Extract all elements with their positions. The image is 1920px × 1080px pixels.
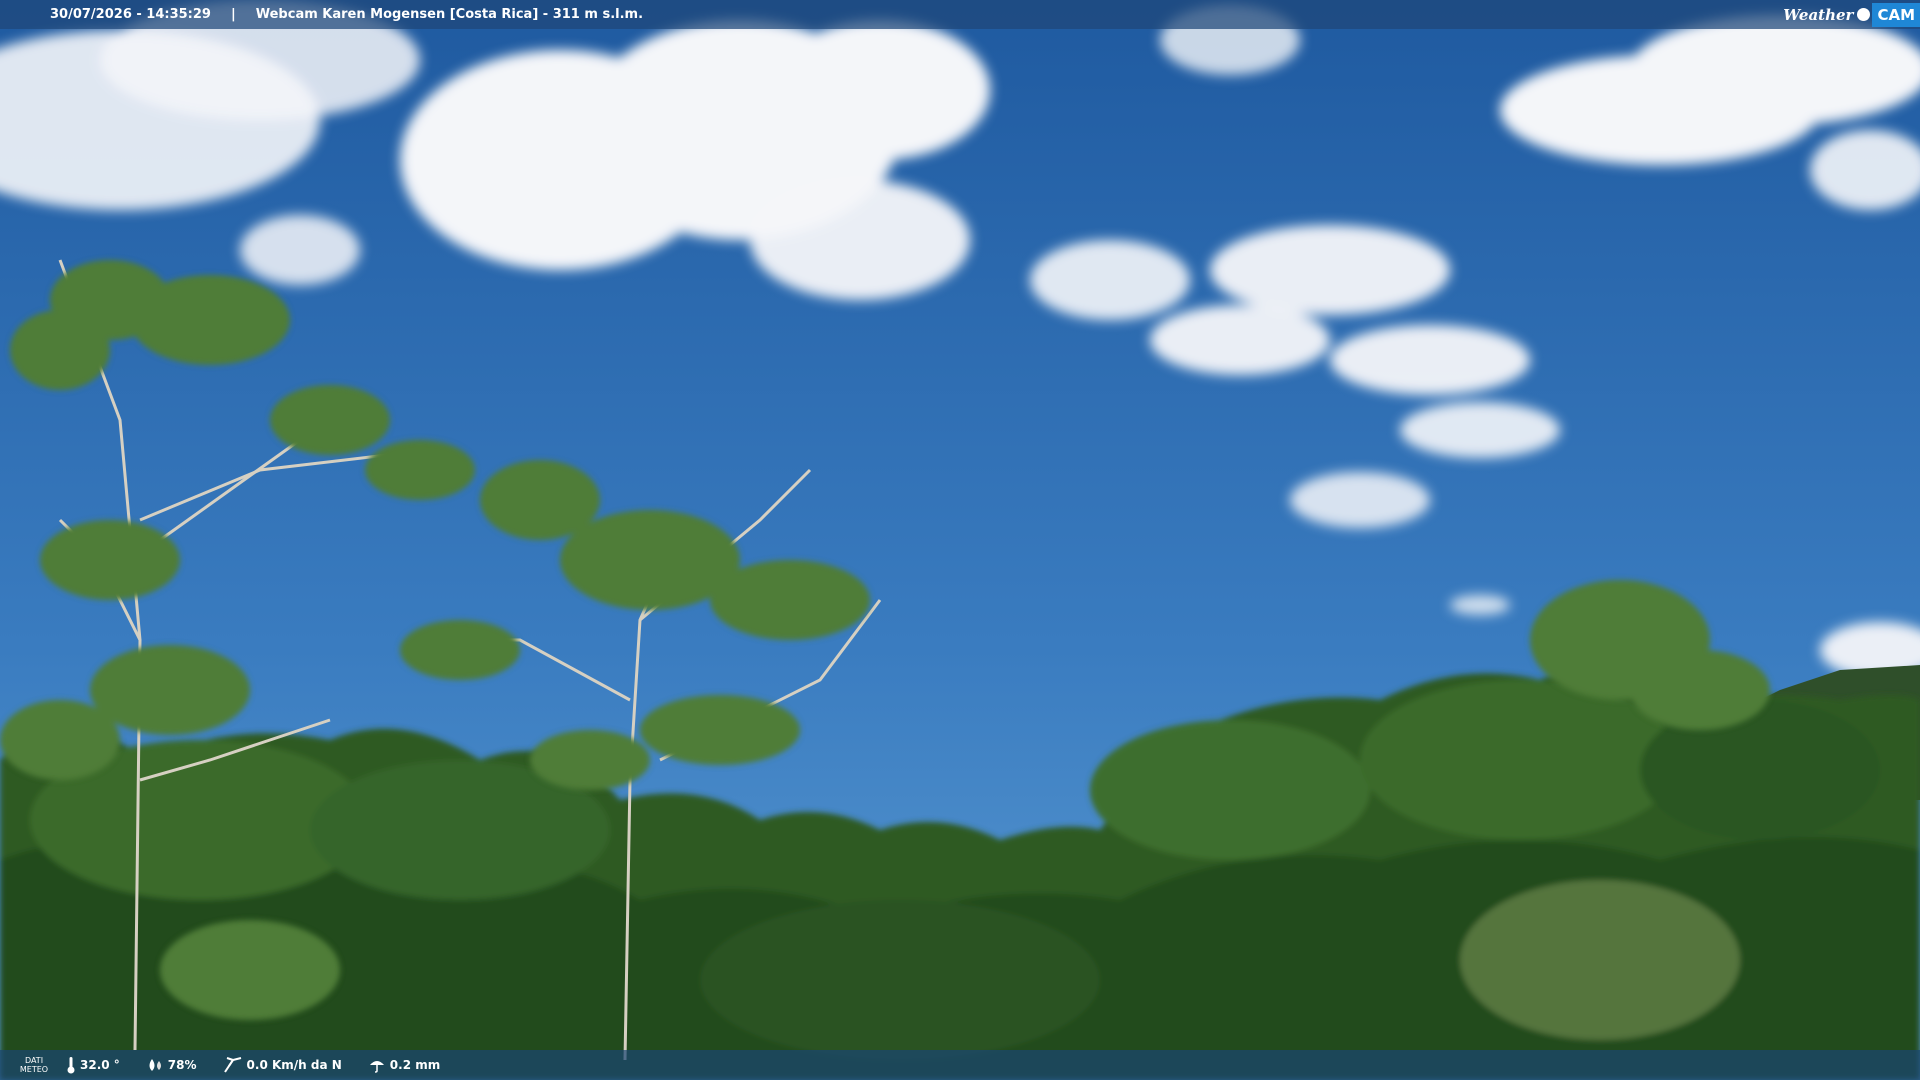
timestamp: 30/07/2026 - 14:35:29 xyxy=(50,7,211,22)
webcam-header-bar: 30/07/2026 - 14:35:29 | Webcam Karen Mog… xyxy=(0,0,1920,29)
webcam-image xyxy=(0,0,1920,1080)
meteo-data-bar: DATI METEO 32.0 ° 78% 0.0 Km/h da N 0.2 … xyxy=(0,1050,1920,1080)
humidity-reading: 78% xyxy=(146,1057,197,1073)
brand-cam: CAM xyxy=(1872,2,1920,27)
meteo-label: DATI METEO xyxy=(16,1056,52,1074)
rain-reading: 0.2 mm xyxy=(368,1057,440,1073)
brand-weather: Weather xyxy=(1783,5,1854,24)
rain-value: 0.2 mm xyxy=(389,1058,441,1072)
wind-value: 0.0 Km/h da N xyxy=(246,1058,342,1072)
wind-reading: 0.0 Km/h da N xyxy=(223,1056,342,1074)
rain-icon xyxy=(369,1061,384,1073)
brand-dot-icon xyxy=(1857,8,1871,21)
temperature-value: 32.0 ° xyxy=(80,1058,120,1072)
humidity-icon xyxy=(149,1059,161,1071)
meteo-label-line1: DATI xyxy=(24,1056,44,1065)
humidity-value: 78% xyxy=(167,1058,197,1072)
meteo-label-line2: METEO xyxy=(19,1065,49,1074)
wind-icon xyxy=(223,1057,241,1073)
webcam-title: Webcam Karen Mogensen [Costa Rica] - 311… xyxy=(255,7,644,22)
thermometer-icon xyxy=(67,1057,75,1074)
temperature-reading: 32.0 ° xyxy=(66,1056,120,1074)
weathercam-logo: Weather CAM xyxy=(1783,0,1920,29)
header-separator: | xyxy=(230,7,236,22)
